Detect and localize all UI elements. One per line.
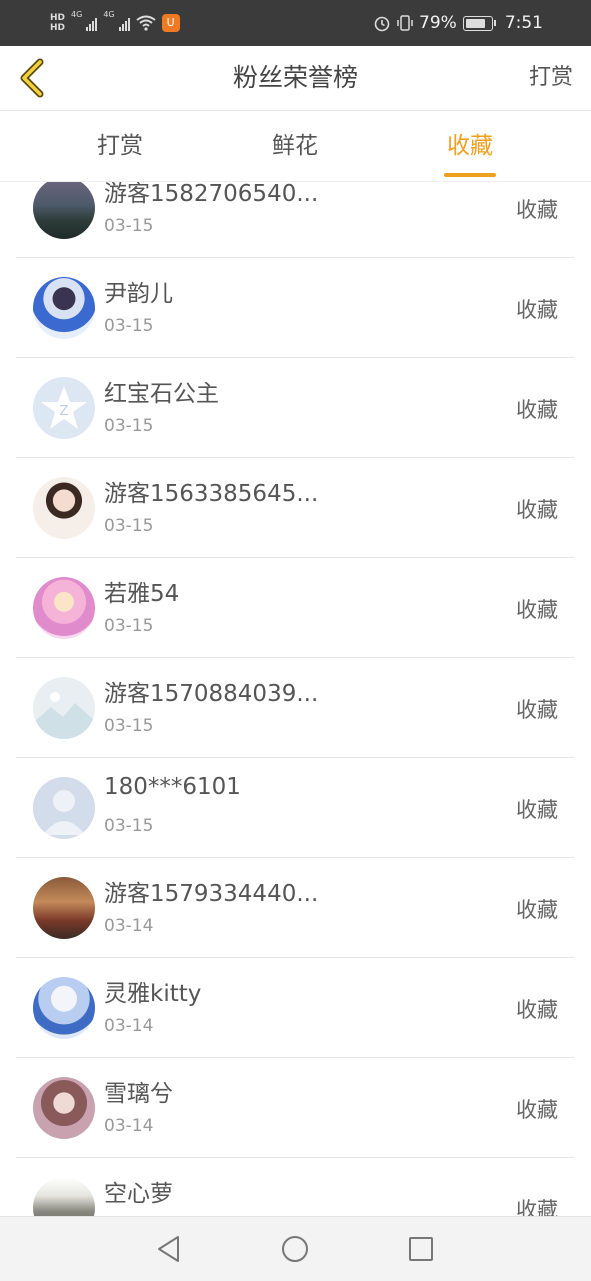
hd-label: HD: [50, 23, 66, 33]
item-action-label: 收藏: [516, 198, 558, 222]
reward-button[interactable]: 打赏: [529, 46, 573, 110]
user-name: 灵雅kitty: [104, 981, 202, 1007]
list-item[interactable]: 尹韵儿 03-15 收藏: [16, 258, 574, 358]
qq-star-icon: Z: [41, 386, 87, 429]
user-name: 游客1570884039...: [104, 681, 319, 707]
user-name: 雪璃兮: [104, 1081, 173, 1107]
hd-label: HD: [50, 13, 66, 23]
system-navigation-bar: [0, 1216, 591, 1281]
avatar: [33, 777, 95, 839]
avatar: [33, 182, 95, 239]
avatar: [33, 1177, 95, 1216]
avatar: Z: [33, 377, 95, 439]
user-name: 若雅54: [104, 581, 180, 607]
user-name: 尹韵儿: [104, 281, 173, 307]
item-date: 03-15: [104, 516, 154, 536]
user-name: 红宝石公主: [104, 381, 219, 407]
avatar: [33, 577, 95, 639]
item-action-label: 收藏: [516, 1098, 558, 1122]
item-date: 03-15: [104, 416, 154, 436]
item-action-label: 收藏: [516, 798, 558, 822]
list-item[interactable]: 180***6101 03-15 收藏: [16, 758, 574, 858]
item-date: 03-15: [104, 316, 154, 336]
page-title: 粉丝荣誉榜: [232, 63, 358, 92]
list-item[interactable]: 游客1570884039... 03-15 收藏: [16, 658, 574, 758]
avatar: [33, 877, 95, 939]
item-date: 03-14: [104, 916, 154, 936]
fan-list[interactable]: 游客1582706540... 03-15 收藏 尹韵儿 03-15 收藏 Z …: [0, 182, 591, 1216]
list-item[interactable]: 游客1582706540... 03-15 收藏: [16, 182, 574, 258]
svg-text:Z: Z: [60, 404, 69, 419]
tab-favorites[interactable]: 收藏: [410, 111, 530, 181]
default-person-icon: [43, 790, 85, 835]
alarm-icon: [374, 16, 390, 32]
item-date: 03-14: [104, 1016, 154, 1036]
battery-icon: [462, 15, 496, 31]
image-placeholder-icon: [33, 692, 95, 739]
nav-back-icon[interactable]: [156, 1235, 182, 1263]
item-action-label: 收藏: [516, 598, 558, 622]
battery-percent: 79%: [419, 13, 457, 33]
list-item[interactable]: 游客1563385645... 03-15 收藏: [16, 458, 574, 558]
avatar: [33, 977, 95, 1039]
user-name: 游客1563385645...: [104, 481, 319, 507]
uc-app-icon: U: [161, 14, 180, 32]
nav-home-icon[interactable]: [281, 1235, 309, 1263]
tab-label: 收藏: [447, 133, 493, 159]
user-name: 180***6101: [104, 774, 241, 800]
item-action-label: 收藏: [516, 398, 558, 422]
signal-icon: [86, 15, 98, 31]
nav-recents-icon[interactable]: [408, 1236, 434, 1262]
hd-indicator: HD HD: [50, 13, 65, 33]
header: 粉丝荣誉榜 打赏: [0, 46, 591, 111]
clock: 7:51: [504, 13, 543, 33]
item-date: 03-15: [104, 716, 154, 736]
tab-bar: 打赏 鲜花 收藏: [0, 111, 591, 182]
avatar: [33, 277, 95, 339]
list-item[interactable]: 雪璃兮 03-14 收藏: [16, 1058, 574, 1158]
item-action-label: 收藏: [516, 998, 558, 1022]
avatar: [33, 1077, 95, 1139]
item-action-label: 收藏: [516, 498, 558, 522]
item-action-label: 收藏: [516, 1198, 558, 1216]
avatar: [33, 677, 95, 739]
user-name: 游客1579334440...: [104, 881, 319, 907]
tab-label: 打赏: [97, 133, 143, 159]
item-action-label: 收藏: [516, 898, 558, 922]
user-name: 游客1582706540...: [104, 182, 319, 207]
user-name: 空心萝: [104, 1181, 173, 1207]
wifi-icon: [135, 15, 156, 31]
item-date: 03-15: [104, 216, 154, 236]
network-type-label: 4G: [103, 10, 115, 19]
list-item[interactable]: 若雅54 03-15 收藏: [16, 558, 574, 658]
vibrate-icon: [397, 15, 413, 31]
item-action-label: 收藏: [516, 698, 558, 722]
status-right: 79% 7:51: [373, 0, 543, 46]
item-action-label: 收藏: [516, 298, 558, 322]
signal-icon: [118, 15, 130, 31]
item-date: 03-15: [104, 616, 154, 636]
list-item[interactable]: 游客1579334440... 03-14 收藏: [16, 858, 574, 958]
item-date: 03-15: [104, 816, 154, 836]
list-item[interactable]: 灵雅kitty 03-14 收藏: [16, 958, 574, 1058]
tab-flowers[interactable]: 鲜花: [235, 111, 355, 181]
tab-label: 鲜花: [272, 133, 318, 159]
active-tab-indicator: [444, 173, 496, 177]
network-type-label: 4G: [71, 10, 83, 19]
status-bar: HD HD 4G 4G U 79% 7:51: [0, 0, 591, 46]
avatar: [33, 477, 95, 539]
tab-reward[interactable]: 打赏: [60, 111, 180, 181]
item-date: 03-14: [104, 1116, 154, 1136]
list-item[interactable]: 空心萝 收藏: [16, 1158, 574, 1216]
list-item[interactable]: Z 红宝石公主 03-15 收藏: [16, 358, 574, 458]
status-left: HD HD 4G 4G U: [50, 6, 180, 40]
